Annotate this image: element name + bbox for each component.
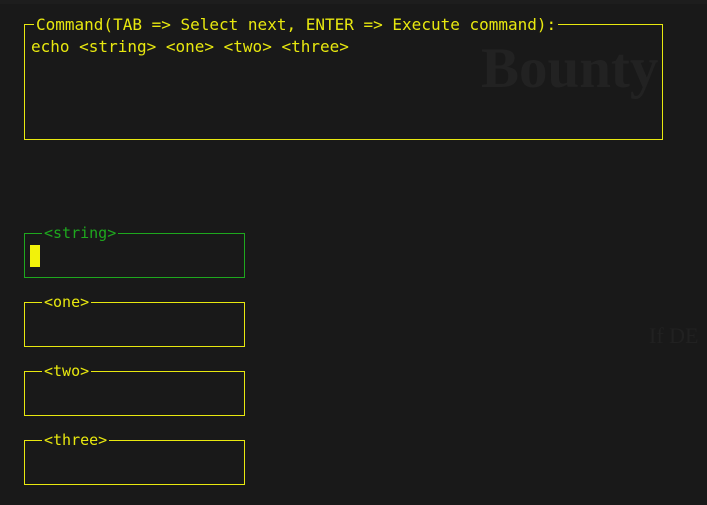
field-string-label: <string> [42,224,119,242]
field-three[interactable]: <three> [24,431,245,485]
field-three-label: <three> [42,431,110,449]
field-two[interactable]: <two> [24,362,245,416]
command-preview-text: echo <string> <one> <two> <three> [31,37,349,56]
command-panel-label: Command(TAB => Select next, ENTER => Exe… [34,15,559,34]
command-panel: Command(TAB => Select next, ENTER => Exe… [24,15,663,140]
text-cursor [30,245,40,267]
background-paragraph: If DE [649,323,699,348]
field-one[interactable]: <one> [24,293,245,347]
top-edge-band [0,0,707,4]
field-two-label: <two> [42,362,92,380]
field-string[interactable]: <string> [24,224,245,278]
field-one-label: <one> [42,293,92,311]
